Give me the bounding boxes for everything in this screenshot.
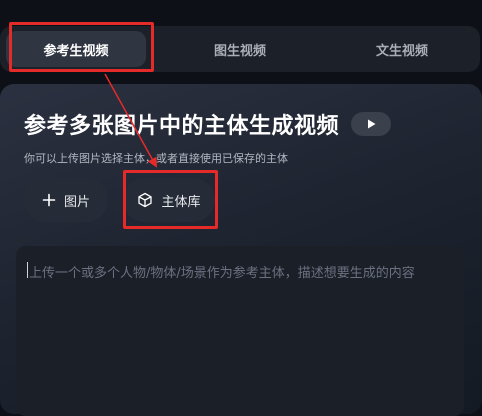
annotation-arrow	[104, 73, 157, 168]
